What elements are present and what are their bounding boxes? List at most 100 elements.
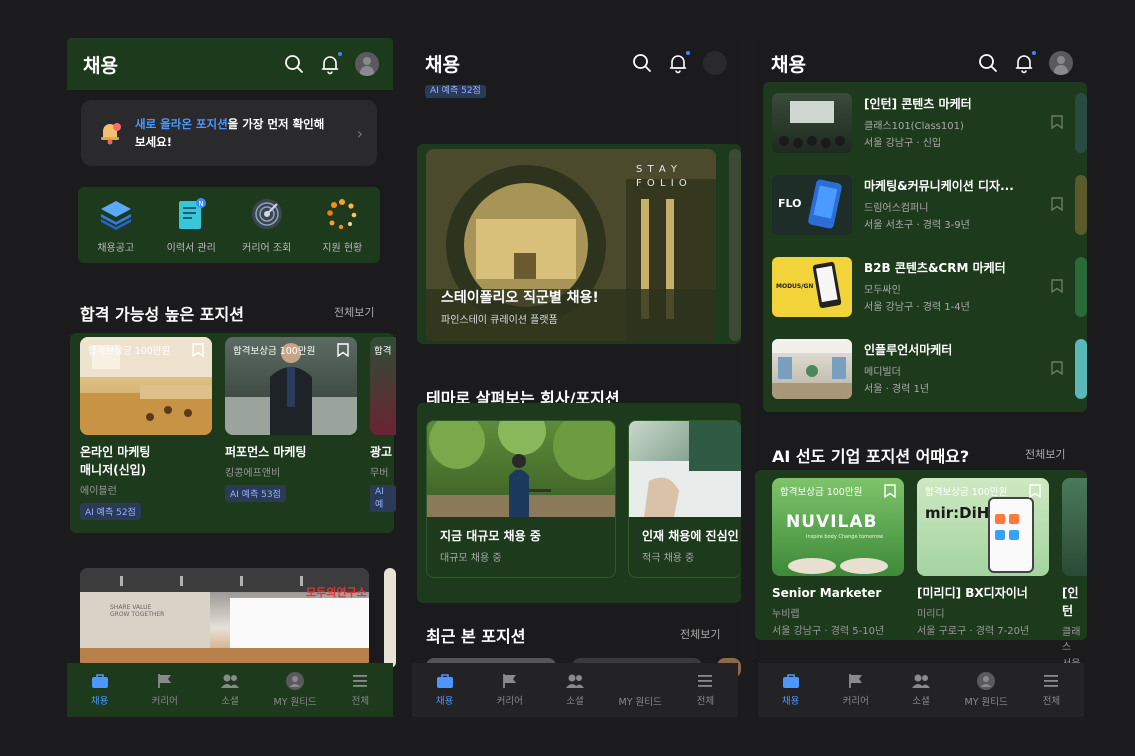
bookmark-icon[interactable] [337,343,349,357]
list-title: 인플루언서마케터 [864,343,953,357]
target-icon [251,199,282,229]
avatar[interactable] [355,52,379,76]
new-position-banner[interactable]: 새로 올라온 포지션을 가장 먼저 확인해 보세요! › [81,100,377,166]
search-icon[interactable] [283,53,305,75]
bell-icon[interactable] [667,51,690,74]
loading-icon [327,199,357,230]
bottom-tab-bar: 채용 커리어 소셜 MY 원티드 전체 [758,663,1084,717]
theme-subtitle: 적극 채용 중 [642,553,695,564]
tab-label: 채용 [90,696,109,707]
tab-my-wanted[interactable]: MY 원티드 [265,672,325,708]
people-icon [565,674,584,688]
position-card[interactable]: [인턴 클래스 서울 [1062,478,1087,670]
title-line-1: 온라인 마케팅 [80,445,151,459]
bookmark-icon[interactable] [1051,197,1063,211]
position-image: 합격보상금 100만원 NUVILAB Inspire body Change … [772,478,904,576]
title-line-2: 매니저(신입) [80,463,147,477]
tab-all[interactable]: 전체 [330,673,390,707]
tab-all[interactable]: 전체 [1021,673,1081,707]
bookmark-icon[interactable] [192,343,204,357]
position-card[interactable]: 합격보상금 100만원 퍼포먼스 마케팅 킹콩에프앤비 AI 예측 53점 [225,337,357,502]
theme-card[interactable]: 지금 대규모 채용 중 대규모 채용 중 [426,420,616,578]
tab-career[interactable]: 커리어 [480,673,540,707]
reward-tag: 합격보상금 100만원 [780,487,863,498]
bottom-tab-bar: 채용 커리어 소셜 MY 원티드 전체 [412,663,738,717]
people-icon [911,674,930,688]
bell-icon[interactable] [1013,51,1036,74]
list-item[interactable]: MODUS/GN B2B 콘텐츠&CRM 마케터 모두싸인 서울 강남구 · 경… [772,257,1072,321]
company-name: 클래스 [1062,627,1081,653]
tab-recruit[interactable]: 채용 [70,673,130,707]
tab-social[interactable]: 소셜 [891,673,951,707]
bookmark-icon[interactable] [1029,484,1041,498]
quick-label: 지원 현황 [322,243,363,254]
tab-social[interactable]: 소셜 [545,673,605,707]
ai-score-badge: AI 예측 53점 [225,485,286,502]
tab-label: 소셜 [221,696,239,707]
bookmark-icon[interactable] [1051,361,1063,375]
flag-icon [502,674,516,688]
company-banner[interactable]: SHARE VALUE GROW TOGETHER 모두의연구소 [80,568,369,668]
reward-tag: 합격보상금 100만원 [233,346,316,357]
banner-highlight: 새로 올라온 포지션 [135,117,228,131]
quick-resume[interactable]: N 이력서 관리 [156,197,226,254]
position-title: 퍼포먼스 마케팅 [225,445,307,459]
list-item[interactable]: 인플루언서마케터 메디빌더 서울 · 경력 1년 [772,339,1072,403]
tab-recruit[interactable]: 채용 [415,673,475,707]
hero-banner[interactable]: S T A Y F O L I O 스테이폴리오 직군별 채용! 파인스테이 큐… [426,149,716,341]
position-card[interactable]: 합격 광고 무버 AI 예 [370,337,396,512]
quick-job-posts[interactable]: 채용공고 [81,197,151,254]
see-all-link[interactable]: 전체보기 [680,626,720,642]
logo-line-2: F O L I O [636,178,688,189]
theme-image [629,421,741,517]
tab-social[interactable]: 소셜 [200,673,260,707]
list-thumbnail: FLO [772,175,852,235]
phone-screen-1: 채용 새로 올라온 포지션을 가장 먼저 확인해 보세요! › 채용공고 N 이… [64,37,396,717]
tab-label: 소셜 [566,696,584,707]
company-name: 미리디 [917,609,945,620]
search-icon[interactable] [977,52,999,74]
position-image [1062,478,1087,576]
position-card[interactable]: 합격보상금 100만원 온라인 마케팅 매니저(신입) 에이블런 AI 예측 52… [80,337,212,520]
avatar[interactable] [703,51,727,75]
list-item[interactable]: FLO 마케팅&커뮤니케이션 디자... 드림어스컴퍼니 서울 서초구 · 경력… [772,175,1072,239]
bookmark-icon[interactable] [1051,279,1063,293]
bell-illustration-icon [101,123,121,145]
list-item[interactable]: [인턴] 콘텐츠 마케터 클래스101(Class101) 서울 강남구 · 신… [772,93,1072,157]
people-icon [220,674,239,688]
search-icon[interactable] [631,52,653,74]
position-location: 서울 강남구 · 경력 5-10년 [772,626,885,637]
bookmark-icon[interactable] [884,484,896,498]
briefcase-icon [436,674,453,688]
see-all-link[interactable]: 전체보기 [334,304,374,320]
tab-all[interactable]: 전체 [675,673,735,707]
position-image: 합격보상금 100만원 [80,337,212,435]
tab-my-wanted[interactable]: MY 원티드 [956,672,1016,708]
bookmark-icon[interactable] [1051,115,1063,129]
reward-tag: 합격보상금 100만원 [925,487,1008,498]
position-card[interactable]: 합격보상금 100만원 mir:DiH [미리디] BX디자이너 미리디 서울 … [917,478,1049,637]
menu-icon [1044,675,1059,687]
tab-label: 전체 [696,696,715,707]
theme-title: 지금 대규모 채용 중 [440,529,541,543]
flag-icon [848,674,862,688]
avatar[interactable] [1049,51,1073,75]
profile-icon [286,672,305,690]
theme-image [427,421,615,517]
section-title: 합격 가능성 높은 포지션 [80,305,244,324]
position-card[interactable]: 합격보상금 100만원 NUVILAB Inspire body Change … [772,478,904,637]
quick-application[interactable]: 지원 현황 [307,197,377,254]
theme-subtitle: 대규모 채용 중 [440,553,502,564]
position-title: 광고 [370,445,393,459]
tab-career[interactable]: 커리어 [135,673,195,707]
tab-recruit[interactable]: 채용 [761,673,821,707]
menu-icon [698,675,713,687]
tab-career[interactable]: 커리어 [826,673,886,707]
tab-my-wanted[interactable]: MY 원티드 [610,672,670,708]
theme-card[interactable]: 인재 채용에 진심인 적극 채용 중 [628,420,741,578]
see-all-link[interactable]: 전체보기 [1025,446,1065,462]
company-name: 킹콩에프앤비 [225,468,281,479]
bell-icon[interactable] [319,52,342,75]
list-text: 마케팅&커뮤니케이션 디자... 드림어스컴퍼니 서울 서초구 · 경력 3-9… [864,177,1044,231]
quick-career[interactable]: 커리어 조회 [232,197,302,254]
